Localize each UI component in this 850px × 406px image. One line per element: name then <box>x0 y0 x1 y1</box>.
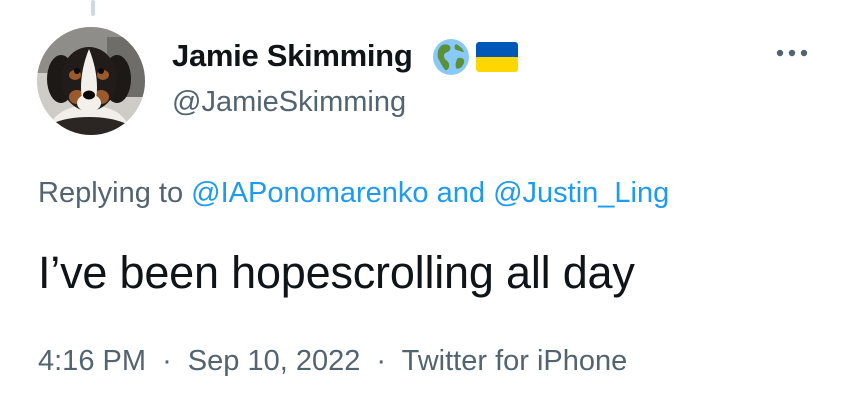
meta-separator: · <box>162 345 172 377</box>
thread-connector-line <box>91 0 95 16</box>
earth-americas-icon <box>432 38 470 81</box>
tweet-text: I’ve been hopescrolling all day <box>38 247 635 298</box>
tweet-time[interactable]: 4:16 PM <box>38 345 146 377</box>
more-horizontal-icon <box>776 49 808 57</box>
mention-link-iaponomarenko[interactable]: @IAPonomarenko <box>191 177 428 209</box>
ukraine-flag-icon <box>476 42 518 77</box>
dog-avatar-image <box>37 27 145 135</box>
more-options-button[interactable] <box>770 38 814 68</box>
mention-conjunction: and <box>436 177 486 209</box>
avatar[interactable] <box>37 27 145 135</box>
tweet-source[interactable]: Twitter for iPhone <box>402 345 628 377</box>
tweet-meta: 4:16 PM · Sep 10, 2022 · Twitter for iPh… <box>38 345 627 378</box>
author-display-name[interactable]: Jamie Skimming <box>172 38 413 74</box>
tweet-date[interactable]: Sep 10, 2022 <box>188 345 361 377</box>
mention-link-justin-ling[interactable]: @Justin_Ling <box>493 177 669 209</box>
replying-to-label: Replying to <box>38 177 184 209</box>
replying-to-line: Replying to @IAPonomarenko and @Justin_L… <box>38 177 669 210</box>
author-handle[interactable]: @JamieSkimming <box>172 86 406 119</box>
meta-separator: · <box>376 345 387 377</box>
